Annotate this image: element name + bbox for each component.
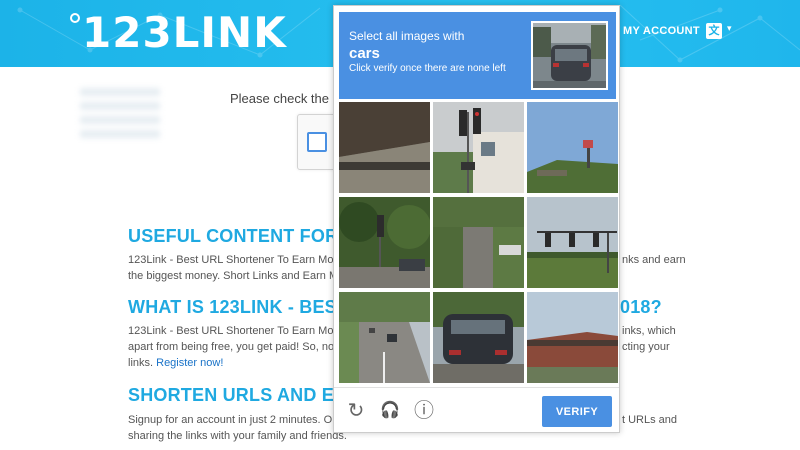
captcha-tile-residential-street[interactable] [433, 197, 524, 288]
captcha-tile-traffic-lights-field[interactable] [527, 197, 618, 288]
headphones-icon[interactable]: 🎧 [379, 400, 401, 422]
tile-image [433, 197, 524, 288]
tile-image [433, 292, 524, 383]
tile-image [339, 102, 430, 193]
section-text-right: t URLs and [622, 414, 678, 426]
tile-image [339, 292, 430, 383]
captcha-tile-traffic-light-house[interactable] [433, 102, 524, 193]
section-heading: WHAT IS 123LINK - BEST U [128, 297, 367, 317]
challenge-header: Select all images with cars Click verify… [339, 12, 616, 99]
logo-text: 123LINK [82, 7, 287, 57]
section-text-part: links. [128, 357, 154, 369]
tile-image [527, 292, 618, 383]
checkbox-square[interactable] [307, 132, 327, 152]
section-text: the biggest money. Short Links and Earn … [128, 270, 345, 282]
verify-button[interactable]: VERIFY [542, 396, 612, 427]
section-text: Signup for an account in just 2 minutes.… [128, 414, 345, 426]
section-text: 123Link - Best URL Shortener To Earn Mon… [128, 254, 346, 266]
image-grid [339, 102, 618, 383]
register-link[interactable]: Register now! [156, 357, 223, 369]
tile-image [527, 197, 618, 288]
my-account-link[interactable]: MY ACCOUNT [623, 25, 700, 37]
captcha-tile-highway-underpass[interactable] [339, 102, 430, 193]
challenge-footer: ↻ 🎧 ⓘ VERIFY [334, 387, 619, 433]
instruction-line: Select all images with [349, 29, 465, 43]
site-logo[interactable]: 123LINK [70, 7, 287, 57]
info-icon[interactable]: ⓘ [413, 400, 435, 422]
captcha-tile-highway-cars[interactable] [339, 292, 430, 383]
section-heading-right: 018? [620, 297, 662, 317]
blurred-sidebar [80, 82, 160, 142]
language-icon[interactable]: 文 [706, 23, 722, 39]
section-text: links. Register now! [128, 355, 223, 371]
reload-icon[interactable]: ↻ [345, 400, 367, 422]
captcha-tile-building-roof[interactable] [527, 292, 618, 383]
section-text-right: nks and earn [622, 254, 686, 266]
tile-image [339, 197, 430, 288]
captcha-tile-parked-car[interactable] [433, 292, 524, 383]
check-prompt: Please check the ca [230, 91, 347, 106]
captcha-tile-trees-traffic-light[interactable] [339, 197, 430, 288]
section-text: sharing the links with your family and f… [128, 430, 347, 442]
section-text: apart from being free, you get paid! So,… [128, 341, 343, 353]
captcha-challenge: Select all images with cars Click verify… [333, 5, 620, 433]
section-text: 123Link - Best URL Shortener To Earn Mon… [128, 325, 346, 337]
logo-ring-icon [70, 13, 80, 23]
captcha-tile-sign-on-hill[interactable] [527, 102, 618, 193]
sample-image [531, 21, 608, 90]
section-text-right: inks, which [622, 325, 676, 337]
instruction-hint: Click verify once there are none left [349, 63, 506, 74]
tile-image [433, 102, 524, 193]
target-object: cars [349, 45, 380, 62]
section-text-right: cting your [622, 341, 670, 353]
tile-image [527, 102, 618, 193]
chevron-down-icon[interactable]: ▾ [727, 23, 732, 34]
